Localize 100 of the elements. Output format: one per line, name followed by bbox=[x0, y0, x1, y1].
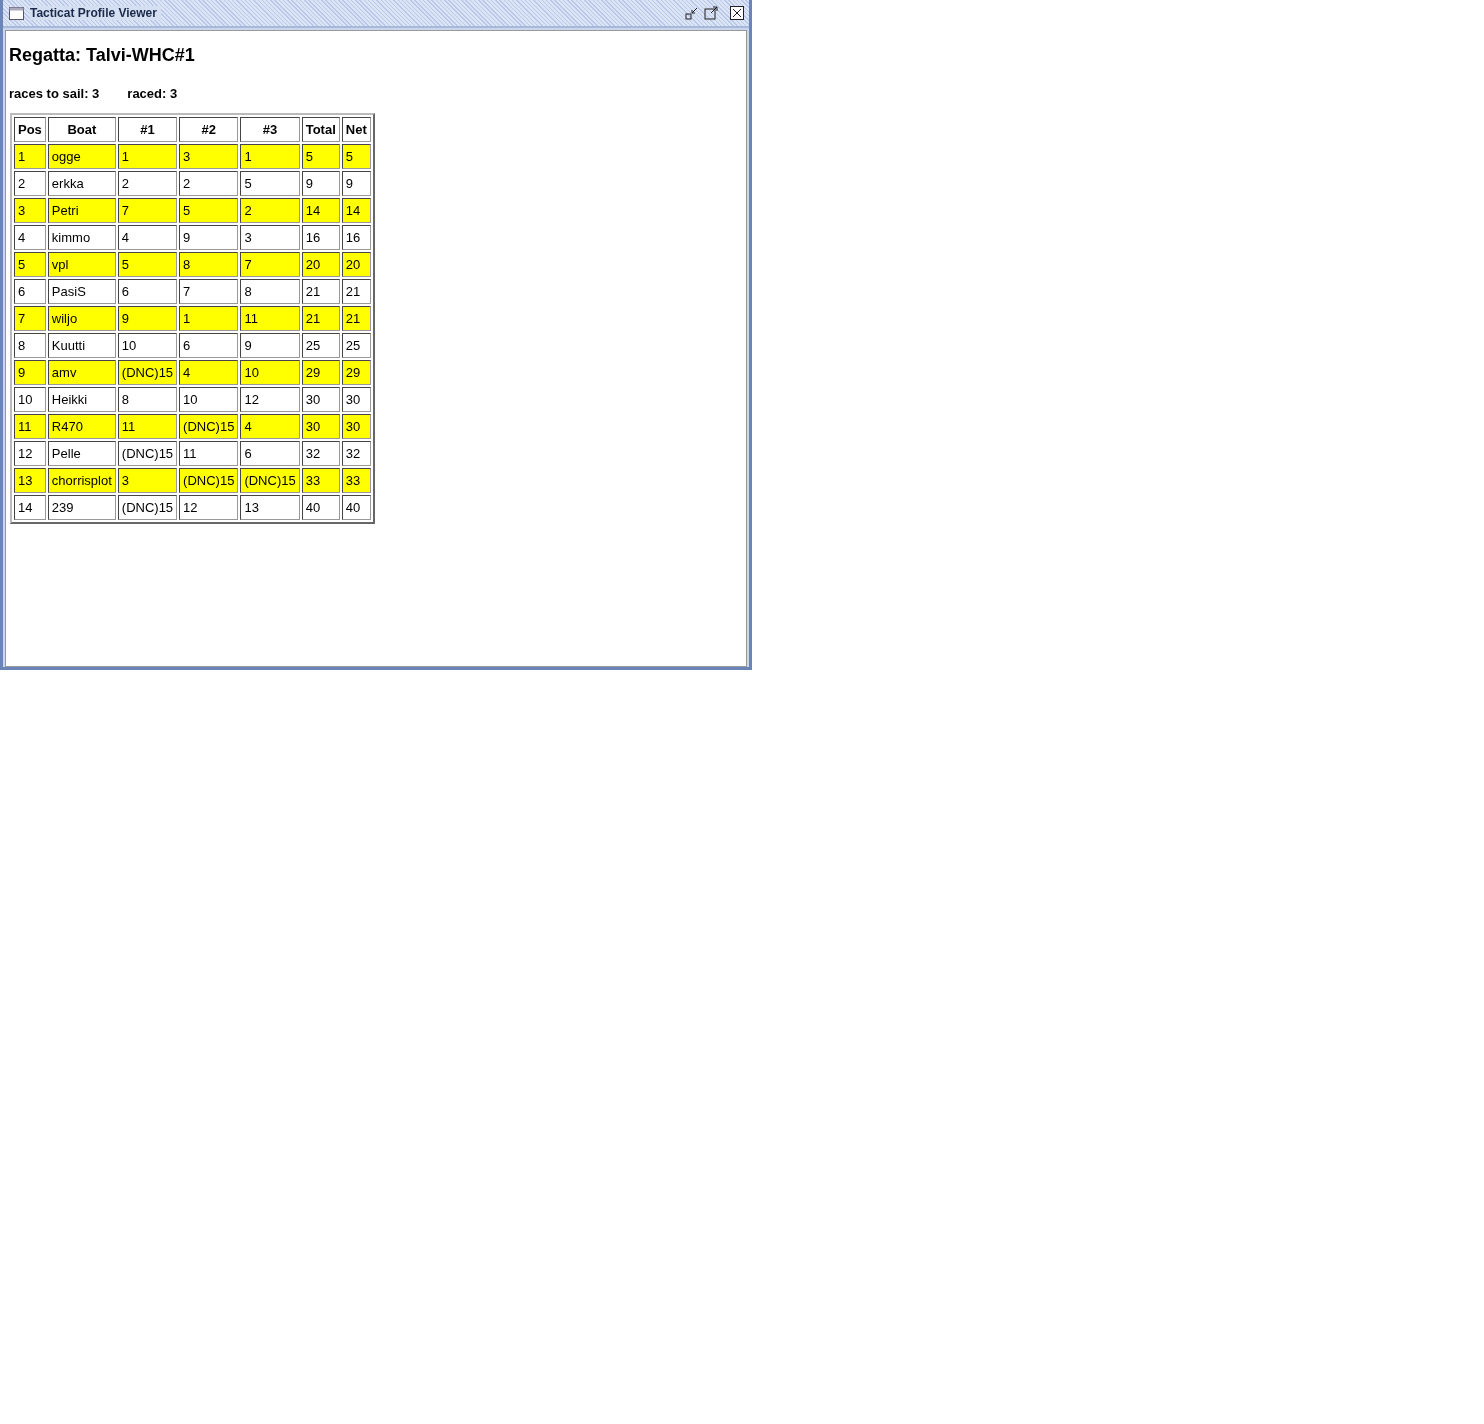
table-cell: R470 bbox=[47, 414, 116, 439]
table-cell: 5 bbox=[14, 252, 46, 277]
table-cell: 9 bbox=[240, 333, 300, 358]
column-header: #3 bbox=[240, 117, 300, 142]
table-cell: 4 bbox=[240, 414, 300, 439]
table-cell: 8 bbox=[240, 279, 300, 304]
table-cell: 8 bbox=[179, 252, 239, 277]
regatta-heading: Regatta: Talvi-WHC#1 bbox=[9, 45, 196, 66]
table-cell: 4 bbox=[179, 360, 239, 385]
table-cell: 40 bbox=[301, 495, 340, 520]
table-cell: (DNC)15 bbox=[179, 414, 239, 439]
table-cell: 5 bbox=[341, 144, 371, 169]
column-header: Net bbox=[341, 117, 371, 142]
column-header: Boat bbox=[47, 117, 116, 142]
table-cell: amv bbox=[47, 360, 116, 385]
table-cell: 10 bbox=[240, 360, 300, 385]
table-cell: 21 bbox=[301, 306, 340, 331]
table-cell: 21 bbox=[341, 306, 371, 331]
table-cell: 11 bbox=[179, 441, 239, 466]
table-cell: vpl bbox=[47, 252, 116, 277]
minimize-icon[interactable] bbox=[684, 5, 700, 21]
table-cell: 1 bbox=[14, 144, 46, 169]
table-cell: kimmo bbox=[47, 225, 116, 250]
table-cell: Heikki bbox=[47, 387, 116, 412]
table-cell: 6 bbox=[117, 279, 178, 304]
table-cell: (DNC)15 bbox=[240, 468, 300, 493]
table-cell: chorrisplot bbox=[47, 468, 116, 493]
table-cell: (DNC)15 bbox=[179, 468, 239, 493]
table-cell: 21 bbox=[341, 279, 371, 304]
table-cell: 9 bbox=[117, 306, 178, 331]
table-cell: 1 bbox=[179, 306, 239, 331]
window-title: Tacticat Profile Viewer bbox=[30, 6, 161, 20]
table-cell: 13 bbox=[240, 495, 300, 520]
table-cell: 29 bbox=[341, 360, 371, 385]
table-cell: 5 bbox=[179, 198, 239, 223]
table-cell: 10 bbox=[179, 387, 239, 412]
column-header: #1 bbox=[117, 117, 178, 142]
table-cell: (DNC)15 bbox=[117, 495, 178, 520]
table-cell: 25 bbox=[341, 333, 371, 358]
table-cell: 33 bbox=[341, 468, 371, 493]
table-cell: 40 bbox=[341, 495, 371, 520]
table-cell: 7 bbox=[240, 252, 300, 277]
table-cell: 5 bbox=[117, 252, 178, 277]
table-cell: 30 bbox=[341, 387, 371, 412]
table-cell: (DNC)15 bbox=[117, 360, 178, 385]
table-cell: 30 bbox=[301, 387, 340, 412]
maximize-icon[interactable] bbox=[703, 5, 719, 21]
table-cell: Kuutti bbox=[47, 333, 116, 358]
table-cell: 11 bbox=[240, 306, 300, 331]
table-cell: 14 bbox=[14, 495, 46, 520]
table-cell: 9 bbox=[341, 171, 371, 196]
table-cell: 13 bbox=[14, 468, 46, 493]
table-cell: 3 bbox=[179, 144, 239, 169]
table-cell: 6 bbox=[179, 333, 239, 358]
table-cell: 20 bbox=[301, 252, 340, 277]
table-cell: 4 bbox=[14, 225, 46, 250]
table-cell: 3 bbox=[14, 198, 46, 223]
table-cell: 11 bbox=[117, 414, 178, 439]
column-header: Total bbox=[301, 117, 340, 142]
table-cell: 11 bbox=[14, 414, 46, 439]
table-cell: 7 bbox=[14, 306, 46, 331]
table-cell: 1 bbox=[240, 144, 300, 169]
table-cell: 9 bbox=[301, 171, 340, 196]
table-cell: 7 bbox=[117, 198, 178, 223]
table-cell: 3 bbox=[117, 468, 178, 493]
table-cell: 3 bbox=[240, 225, 300, 250]
column-header: #2 bbox=[179, 117, 239, 142]
table-cell: 5 bbox=[240, 171, 300, 196]
table-cell: wiljo bbox=[47, 306, 116, 331]
window-icon bbox=[9, 6, 24, 20]
table-cell: 33 bbox=[301, 468, 340, 493]
table-cell: 5 bbox=[301, 144, 340, 169]
table-cell: 16 bbox=[301, 225, 340, 250]
table-cell: 16 bbox=[341, 225, 371, 250]
table-cell: 6 bbox=[240, 441, 300, 466]
summary-text: races to sail: 3 bbox=[9, 86, 100, 101]
table-cell: 6 bbox=[14, 279, 46, 304]
table-cell: 2 bbox=[14, 171, 46, 196]
table-cell: 29 bbox=[301, 360, 340, 385]
table-cell: 2 bbox=[240, 198, 300, 223]
table-cell: 10 bbox=[14, 387, 46, 412]
table-cell: 20 bbox=[341, 252, 371, 277]
table-cell: PasiS bbox=[47, 279, 116, 304]
table-cell: 2 bbox=[179, 171, 239, 196]
close-icon[interactable] bbox=[729, 5, 745, 21]
table-cell: 14 bbox=[301, 198, 340, 223]
table-cell: 8 bbox=[117, 387, 178, 412]
table-cell: (DNC)15 bbox=[117, 441, 178, 466]
table-cell: 9 bbox=[14, 360, 46, 385]
table-cell: 7 bbox=[179, 279, 239, 304]
table-cell: ogge bbox=[47, 144, 116, 169]
column-header: Pos bbox=[14, 117, 46, 142]
table-cell: 2 bbox=[117, 171, 178, 196]
table-cell: 1 bbox=[117, 144, 178, 169]
table-cell: 8 bbox=[14, 333, 46, 358]
table-cell: 10 bbox=[117, 333, 178, 358]
table-cell: 14 bbox=[341, 198, 371, 223]
table-cell: 32 bbox=[301, 441, 340, 466]
table-cell: 21 bbox=[301, 279, 340, 304]
table-cell: 239 bbox=[47, 495, 116, 520]
